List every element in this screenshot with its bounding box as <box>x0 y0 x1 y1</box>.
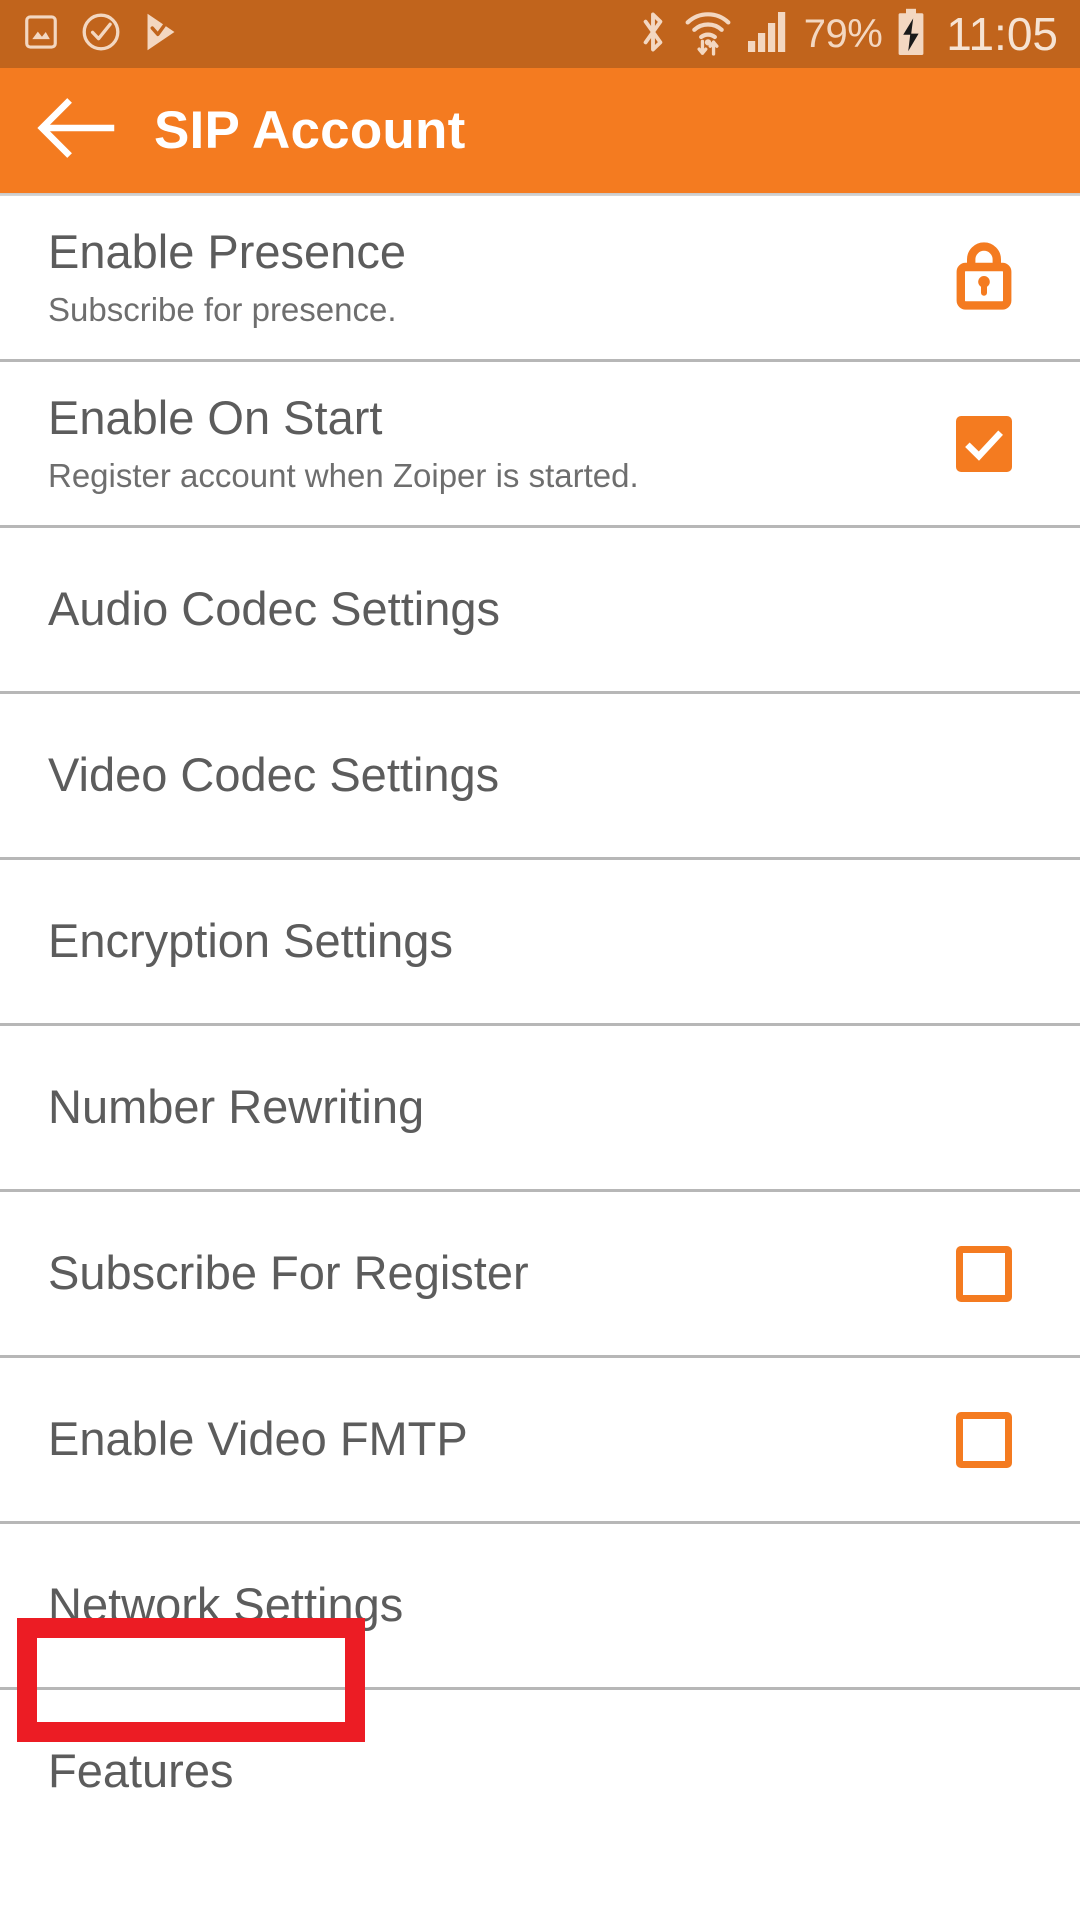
row-title: Network Settings <box>48 1578 404 1632</box>
battery-charging-icon <box>896 8 926 61</box>
settings-row-features[interactable]: Features <box>0 1690 1080 1853</box>
phone-screen: 79% 11:05 SIP Account Enable Presence Su… <box>0 0 1080 1920</box>
wifi-icon <box>684 7 732 62</box>
settings-row-enable-video-fmtp[interactable]: Enable Video FMTP <box>0 1358 1080 1521</box>
battery-percent-label: 79% <box>803 12 883 56</box>
row-title: Enable Video FMTP <box>48 1412 468 1466</box>
row-title: Video Codec Settings <box>48 748 500 802</box>
clock-label: 11:05 <box>946 8 1058 60</box>
row-texts: Enable Presence Subscribe for presence. <box>48 224 936 328</box>
status-bar-right-icons: 79% 11:05 <box>636 7 1058 62</box>
checkbox-enable-video-fmtp[interactable] <box>956 1411 1012 1468</box>
settings-row-network-settings[interactable]: Network Settings <box>0 1524 1080 1687</box>
row-accessory[interactable] <box>936 1411 1032 1468</box>
row-texts: Video Codec Settings <box>48 748 936 802</box>
settings-row-enable-on-start[interactable]: Enable On Start Register account when Zo… <box>0 362 1080 525</box>
row-title: Audio Codec Settings <box>48 582 501 636</box>
page-title: SIP Account <box>154 101 466 160</box>
check-circle-icon <box>80 11 122 58</box>
arrow-left-icon <box>37 95 115 166</box>
row-accessory[interactable] <box>936 239 1032 316</box>
signal-bars-icon <box>746 10 790 59</box>
settings-row-enable-presence[interactable]: Enable Presence Subscribe for presence. <box>0 196 1080 359</box>
row-texts: Number Rewriting <box>48 1080 936 1134</box>
status-bar: 79% 11:05 <box>0 0 1080 68</box>
row-title: Enable Presence <box>48 224 406 278</box>
row-title: Encryption Settings <box>48 914 453 968</box>
check-icon <box>965 429 1003 461</box>
image-icon <box>22 13 60 56</box>
row-texts: Subscribe For Register <box>48 1246 936 1300</box>
row-texts: Encryption Settings <box>48 914 936 968</box>
row-title: Number Rewriting <box>48 1080 425 1134</box>
row-accessory[interactable] <box>936 1245 1032 1302</box>
settings-row-encryption-settings[interactable]: Encryption Settings <box>0 860 1080 1023</box>
row-texts: Audio Codec Settings <box>48 582 936 636</box>
row-subtitle: Register account when Zoiper is started. <box>48 456 639 494</box>
row-texts: Enable On Start Register account when Zo… <box>48 390 936 494</box>
settings-row-video-codec-settings[interactable]: Video Codec Settings <box>0 694 1080 857</box>
settings-row-audio-codec-settings[interactable]: Audio Codec Settings <box>0 528 1080 691</box>
checkbox-enable-on-start[interactable] <box>956 415 1012 472</box>
row-title: Features <box>48 1744 234 1798</box>
settings-row-subscribe-for-register[interactable]: Subscribe For Register <box>0 1192 1080 1355</box>
row-texts: Enable Video FMTP <box>48 1412 936 1466</box>
settings-list: Enable Presence Subscribe for presence. … <box>0 196 1080 1853</box>
row-subtitle: Subscribe for presence. <box>48 290 397 328</box>
status-bar-left-icons <box>22 11 180 58</box>
settings-row-number-rewriting[interactable]: Number Rewriting <box>0 1026 1080 1189</box>
row-title: Subscribe For Register <box>48 1246 529 1300</box>
checkbox-subscribe-for-register[interactable] <box>956 1245 1012 1302</box>
bluetooth-icon <box>636 8 670 61</box>
lock-icon <box>954 239 1014 316</box>
row-accessory[interactable] <box>936 415 1032 472</box>
row-texts: Features <box>48 1744 936 1798</box>
app-bar: SIP Account <box>0 68 1080 193</box>
back-button[interactable] <box>24 79 128 183</box>
row-texts: Network Settings <box>48 1578 936 1632</box>
row-title: Enable On Start <box>48 390 383 444</box>
play-store-check-icon <box>142 11 180 58</box>
